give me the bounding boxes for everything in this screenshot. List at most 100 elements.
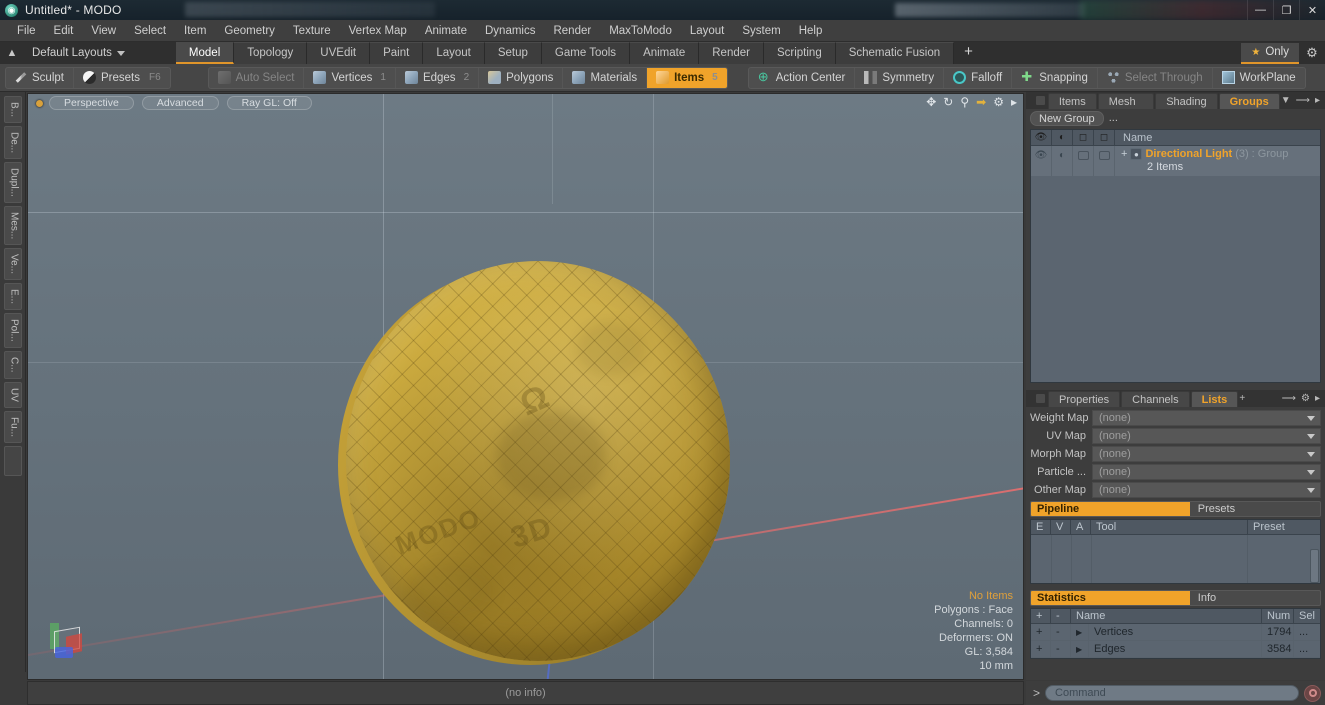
viewport-gear-icon[interactable]: ⚙ bbox=[993, 95, 1004, 109]
minimize-button[interactable]: — bbox=[1247, 0, 1273, 20]
toolbar-button-symmetry[interactable]: Symmetry bbox=[855, 67, 945, 88]
command-chevron-icon[interactable]: > bbox=[1030, 686, 1040, 700]
expand-icon-2[interactable]: ⟶ bbox=[1282, 393, 1296, 404]
left-tool-tab-0[interactable]: B... bbox=[3, 96, 22, 124]
layout-tab-game-tools[interactable]: Game Tools bbox=[541, 42, 631, 64]
left-tool-tab-4[interactable]: Ve... bbox=[3, 248, 22, 281]
rotate-icon[interactable]: ↻ bbox=[943, 95, 953, 109]
layout-tab-topology[interactable]: Topology bbox=[234, 42, 308, 64]
row-render-toggle[interactable]: ◐ bbox=[1052, 146, 1073, 176]
toolbar-button-workplane[interactable]: WorkPlane bbox=[1213, 68, 1305, 88]
row-expander[interactable]: + bbox=[1121, 148, 1127, 160]
viewport-projection-button[interactable]: Perspective bbox=[49, 96, 134, 110]
menu-item-maxtomodo[interactable]: MaxToModo bbox=[600, 20, 681, 42]
chevron-down-icon[interactable]: ▼ bbox=[1281, 95, 1291, 106]
toolbar-button-falloff[interactable]: Falloff bbox=[944, 67, 1013, 88]
add-tab-button[interactable]: + bbox=[1239, 393, 1245, 404]
toolbar-button-edges[interactable]: Edges 2 bbox=[396, 67, 480, 88]
left-tool-tab-8[interactable]: UV bbox=[3, 381, 22, 408]
menu-item-view[interactable]: View bbox=[82, 20, 125, 42]
map-dropdown[interactable]: (none) bbox=[1092, 409, 1321, 426]
gear-icon-2[interactable]: ⚙ bbox=[1301, 393, 1310, 404]
tab-groups[interactable]: Groups bbox=[1218, 92, 1280, 109]
layout-tab-layout[interactable]: Layout bbox=[423, 42, 485, 64]
map-dropdown[interactable]: (none) bbox=[1092, 481, 1321, 498]
pipeline-scrollbar[interactable] bbox=[1310, 549, 1319, 583]
toolbar-button-sculpt[interactable]: Sculpt bbox=[6, 67, 74, 88]
segment-statistics[interactable]: Statistics bbox=[1031, 591, 1190, 605]
viewport-raygl-button[interactable]: Ray GL: Off bbox=[226, 96, 312, 110]
viewport-shading-button[interactable]: Advanced bbox=[141, 96, 219, 110]
toolbar-button-polygons[interactable]: Polygons bbox=[479, 67, 564, 88]
left-tool-tab-3[interactable]: Mes... bbox=[3, 206, 22, 246]
toolbar-button-materials[interactable]: Materials bbox=[563, 67, 648, 88]
menu-item-system[interactable]: System bbox=[733, 20, 789, 42]
menu-item-dynamics[interactable]: Dynamics bbox=[476, 20, 544, 42]
command-input[interactable]: Command bbox=[1045, 685, 1299, 701]
menu-item-edit[interactable]: Edit bbox=[45, 20, 83, 42]
stat-row-remove-button[interactable]: - bbox=[1051, 623, 1071, 641]
stat-row-num[interactable]: 3584 bbox=[1262, 640, 1294, 658]
tab-properties[interactable]: Properties bbox=[1048, 390, 1121, 407]
menu-item-animate[interactable]: Animate bbox=[416, 20, 476, 42]
stat-row-add-button[interactable]: + bbox=[1031, 623, 1051, 641]
coin-mesh[interactable]: Ω MODO 3D bbox=[338, 261, 730, 669]
segment-pipeline[interactable]: Pipeline bbox=[1031, 502, 1190, 516]
layout-tab-paint[interactable]: Paint bbox=[370, 42, 424, 64]
left-tool-tab-blank[interactable] bbox=[3, 445, 22, 476]
toolbar-button-select-through[interactable]: Select Through bbox=[1098, 67, 1213, 88]
row-visibility-toggle[interactable]: 👁 bbox=[1031, 146, 1052, 176]
only-toggle[interactable]: ★ Only bbox=[1241, 42, 1299, 64]
tab-shading[interactable]: Shading bbox=[1155, 92, 1218, 109]
maximize-button[interactable]: ❐ bbox=[1273, 0, 1299, 20]
stat-row-sel[interactable]: ... bbox=[1294, 624, 1320, 641]
left-tool-tab-1[interactable]: De... bbox=[3, 126, 22, 160]
menu-item-help[interactable]: Help bbox=[790, 20, 832, 42]
stat-row-add-button[interactable]: + bbox=[1031, 640, 1051, 658]
layout-tab-model[interactable]: Model bbox=[175, 42, 235, 64]
tab-channels[interactable]: Channels bbox=[1121, 390, 1190, 407]
zoom-icon[interactable]: ⚲ bbox=[960, 95, 969, 109]
axis-gizmo[interactable] bbox=[42, 621, 96, 667]
map-dropdown[interactable]: (none) bbox=[1092, 427, 1321, 444]
new-group-button[interactable]: New Group bbox=[1030, 110, 1104, 126]
toolbar-button-snapping[interactable]: ✚ Snapping bbox=[1012, 67, 1098, 88]
menu-item-item[interactable]: Item bbox=[175, 20, 215, 42]
record-icon[interactable] bbox=[1304, 684, 1321, 702]
map-dropdown[interactable]: (none) bbox=[1092, 445, 1321, 462]
menu-item-vertex-map[interactable]: Vertex Map bbox=[340, 20, 416, 42]
stat-row-sel[interactable]: ... bbox=[1294, 641, 1320, 658]
toolbar-button-auto-select[interactable]: Auto Select bbox=[209, 67, 305, 88]
map-dropdown[interactable]: (none) bbox=[1092, 463, 1321, 480]
default-layouts-dropdown[interactable]: Default Layouts bbox=[24, 47, 133, 59]
table-row[interactable]: + - ▶ Edges 3584... bbox=[1031, 640, 1320, 658]
left-tool-tab-7[interactable]: C... bbox=[3, 351, 22, 379]
menu-item-select[interactable]: Select bbox=[125, 20, 175, 42]
toolbar-button-vertices[interactable]: Vertices 1 bbox=[304, 67, 396, 88]
layout-tab-render[interactable]: Render bbox=[699, 42, 764, 64]
gear-icon[interactable]: ⚙ bbox=[1299, 42, 1325, 64]
layout-tab-schematic-fusion[interactable]: Schematic Fusion bbox=[835, 42, 955, 64]
tab-lists[interactable]: Lists bbox=[1190, 390, 1239, 407]
menu-item-layout[interactable]: Layout bbox=[681, 20, 734, 42]
toolbar-button-items[interactable]: Items 5 bbox=[647, 67, 727, 88]
toolbar-button-presets[interactable]: Presets F6 bbox=[74, 68, 170, 88]
stat-row-expander[interactable]: ▶ bbox=[1071, 640, 1089, 658]
stat-row-expander[interactable]: ▶ bbox=[1071, 623, 1089, 641]
chevron-right-icon[interactable]: ▸ bbox=[1011, 95, 1017, 109]
segment-presets[interactable]: Presets bbox=[1190, 502, 1320, 516]
menu-item-render[interactable]: Render bbox=[544, 20, 600, 42]
pan-icon[interactable]: ✥ bbox=[926, 95, 936, 109]
table-row[interactable]: 👁 ◐ + ● Directional Light (3) : Group 2 … bbox=[1031, 146, 1320, 176]
layout-tab-setup[interactable]: Setup bbox=[484, 42, 542, 64]
home-icon[interactable]: ▲ bbox=[0, 42, 24, 64]
pipeline-table[interactable]: E V A Tool Preset bbox=[1030, 519, 1321, 584]
panel-corner-icon[interactable] bbox=[1036, 96, 1045, 105]
expand-icon[interactable]: ⟶ bbox=[1296, 95, 1310, 106]
statistics-table[interactable]: + - Name Num Sel + - ▶ Vertices 1794... + - ▶ Ed… bbox=[1030, 608, 1321, 659]
fit-icon[interactable]: ➡ bbox=[976, 95, 986, 109]
stat-row-num[interactable]: 1794 bbox=[1262, 623, 1294, 641]
3d-viewport[interactable]: Perspective Advanced Ray GL: Off ✥ ↻ ⚲ ➡… bbox=[27, 93, 1024, 680]
chevron-right-icon[interactable]: ▸ bbox=[1315, 95, 1320, 106]
panel-corner-icon-2[interactable] bbox=[1036, 394, 1045, 403]
